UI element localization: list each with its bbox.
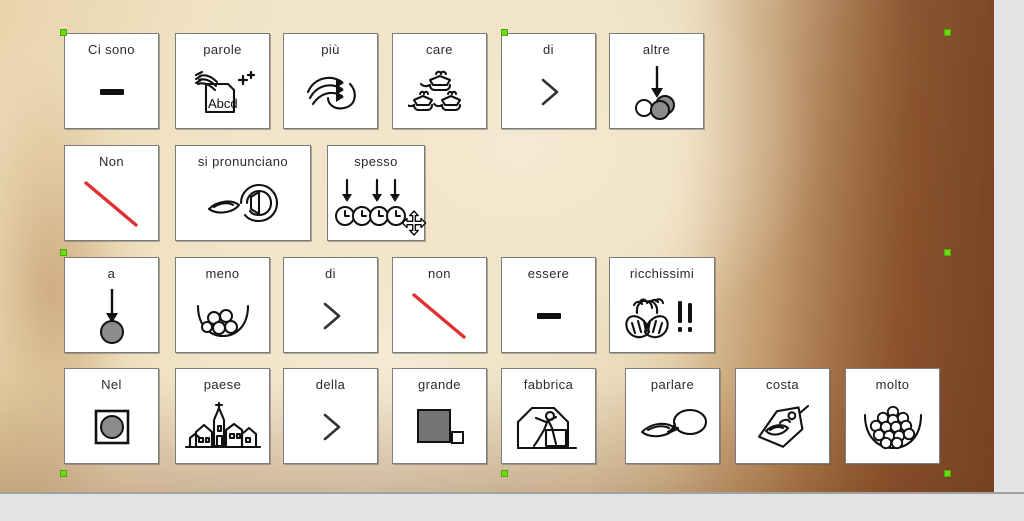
mouth-speech-bubble-icon bbox=[626, 391, 719, 463]
symbol-card-label: grande bbox=[418, 377, 461, 392]
square-in-square-icon bbox=[65, 391, 158, 463]
svg-text:Abcd: Abcd bbox=[208, 96, 238, 111]
many-balls-bowl-icon bbox=[846, 391, 939, 463]
red-diagonal-line-icon bbox=[393, 280, 486, 352]
symbol-card-label: parlare bbox=[650, 377, 695, 392]
symbol-card[interactable]: parole Abcd bbox=[175, 33, 270, 129]
village-church-icon bbox=[176, 391, 269, 463]
symbol-card-label: altre bbox=[642, 42, 671, 57]
symbol-card[interactable]: paese bbox=[175, 368, 270, 464]
document-canvas[interactable]: Ci sono parole Abcd più care di altre No… bbox=[0, 0, 994, 492]
symbol-card[interactable]: Nel bbox=[64, 368, 159, 464]
symbol-card-label: ricchissimi bbox=[629, 266, 695, 281]
price-tag-icon bbox=[736, 391, 829, 463]
symbol-card-label: molto bbox=[875, 377, 910, 392]
symbol-card[interactable]: Non bbox=[64, 145, 159, 241]
symbol-card[interactable]: non bbox=[392, 257, 487, 353]
big-small-square-icon bbox=[393, 391, 486, 463]
three-gift-hands-icon bbox=[393, 56, 486, 128]
symbol-card-label: essere bbox=[527, 266, 570, 281]
minus-bar-icon bbox=[65, 56, 158, 128]
symbol-card-label: di bbox=[325, 266, 336, 281]
symbol-card[interactable]: care bbox=[392, 33, 487, 129]
writing-hand-abcd-icon: Abcd bbox=[176, 56, 269, 128]
handle-top-right[interactable] bbox=[944, 29, 951, 36]
symbol-card-label: a bbox=[107, 266, 116, 281]
symbol-card[interactable]: di bbox=[283, 257, 378, 353]
symbol-card[interactable]: costa bbox=[735, 368, 830, 464]
symbol-card[interactable]: essere bbox=[501, 257, 596, 353]
greater-than-icon bbox=[502, 56, 595, 128]
symbol-card[interactable]: a bbox=[64, 257, 159, 353]
symbol-card[interactable]: grande bbox=[392, 368, 487, 464]
symbol-card[interactable]: più bbox=[283, 33, 378, 129]
arrow-down-circle-icon bbox=[65, 280, 158, 352]
symbol-card[interactable]: si pronunciano bbox=[175, 145, 311, 241]
handle-bottom-left[interactable] bbox=[60, 470, 67, 477]
symbol-card-label: Non bbox=[98, 154, 125, 169]
symbol-card[interactable]: molto bbox=[845, 368, 940, 464]
swirl-arrows-icon bbox=[284, 56, 377, 128]
minus-bar-icon bbox=[502, 280, 595, 352]
hands-money-exclaim-icon bbox=[610, 280, 714, 352]
symbol-card-label: della bbox=[315, 377, 346, 392]
symbol-card-label: paese bbox=[203, 377, 242, 392]
handle-bottom-right[interactable] bbox=[944, 470, 951, 477]
few-balls-bowl-icon bbox=[176, 280, 269, 352]
factory-worker-icon bbox=[502, 391, 595, 463]
window-right-margin bbox=[994, 0, 1024, 521]
symbol-card-label: Nel bbox=[101, 377, 122, 392]
symbol-card[interactable]: meno bbox=[175, 257, 270, 353]
symbol-card-label: parole bbox=[203, 42, 242, 57]
symbol-card-label: costa bbox=[765, 377, 800, 392]
red-diagonal-line-icon bbox=[65, 168, 158, 240]
symbol-card-label: spesso bbox=[354, 154, 398, 169]
symbol-card-label: più bbox=[321, 42, 340, 57]
symbol-card[interactable]: fabbrica bbox=[501, 368, 596, 464]
handle-middle-right[interactable] bbox=[944, 249, 951, 256]
arrows-clocks-icon bbox=[328, 168, 424, 240]
handle-top-center[interactable] bbox=[501, 29, 508, 36]
application-window: Ci sono parole Abcd più care di altre No… bbox=[0, 0, 1024, 521]
symbol-card[interactable]: della bbox=[283, 368, 378, 464]
mouth-speaker-icon bbox=[176, 168, 310, 240]
symbol-card-label: care bbox=[426, 42, 453, 57]
symbol-card-label: non bbox=[428, 266, 451, 281]
symbol-card[interactable]: altre bbox=[609, 33, 704, 129]
handle-top-left[interactable] bbox=[60, 29, 67, 36]
symbol-card[interactable]: ricchissimi bbox=[609, 257, 715, 353]
symbol-card[interactable]: spesso bbox=[327, 145, 425, 241]
symbol-card-label: meno bbox=[205, 266, 240, 281]
handle-bottom-center[interactable] bbox=[501, 470, 508, 477]
symbol-card-label: Ci sono bbox=[88, 42, 135, 57]
symbol-card[interactable]: Ci sono bbox=[64, 33, 159, 129]
symbol-card-label: fabbrica bbox=[523, 377, 574, 392]
symbol-card[interactable]: parlare bbox=[625, 368, 720, 464]
symbol-card-label: di bbox=[543, 42, 554, 57]
window-bottom-bar bbox=[0, 492, 1024, 521]
arrow-to-circles-icon bbox=[610, 56, 703, 128]
symbol-card-label: si pronunciano bbox=[197, 154, 289, 169]
greater-than-icon bbox=[284, 391, 377, 463]
greater-than-icon bbox=[284, 280, 377, 352]
handle-middle-left[interactable] bbox=[60, 249, 67, 256]
symbol-card[interactable]: di bbox=[501, 33, 596, 129]
